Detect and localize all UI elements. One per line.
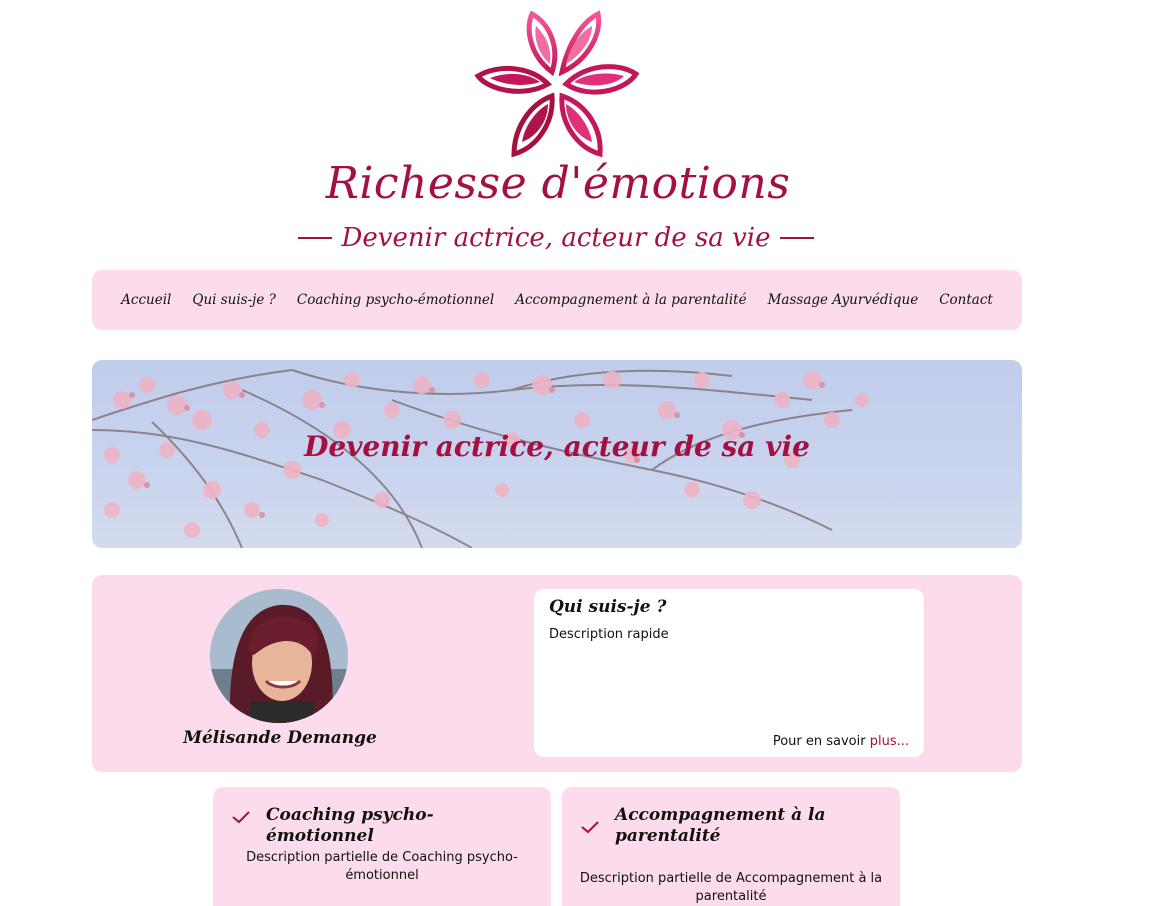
tagline-divider-left [298, 237, 332, 239]
read-more: Pour en savoir plus... [773, 734, 909, 749]
service-title: Coaching psycho-émotionnel [266, 805, 434, 846]
about-description: Description rapide [549, 627, 669, 642]
service-title: Accompagnement à la parentalité [615, 805, 826, 846]
portrait-photo [210, 589, 348, 723]
check-icon [232, 811, 250, 824]
tagline-row: Devenir actrice, acteur de sa vie [298, 218, 814, 258]
site-title[interactable]: Richesse d'émotions [0, 158, 1116, 209]
nav-item-qui-suis-je[interactable]: Qui suis-je ? [192, 292, 276, 308]
service-card-coaching[interactable]: Coaching psycho-émotionnel Description p… [213, 787, 551, 906]
tagline: Devenir actrice, acteur de sa vie [341, 223, 771, 253]
service-description: Description partielle de Accompagnement … [579, 871, 883, 904]
about-section: Mélisande Demange Qui suis-je ? Descript… [92, 575, 1022, 772]
avatar [210, 589, 348, 723]
nav-item-contact[interactable]: Contact [939, 292, 993, 308]
check-icon [581, 821, 599, 834]
read-more-prefix: Pour en savoir [772, 734, 870, 749]
main-nav: Accueil Qui suis-je ? Coaching psycho-ém… [92, 270, 1022, 330]
nav-item-parentalite[interactable]: Accompagnement à la parentalité [515, 292, 746, 308]
about-card-title: Qui suis-je ? [549, 597, 667, 617]
hero-title: Devenir actrice, acteur de sa vie [304, 430, 810, 463]
service-card-parentalite[interactable]: Accompagnement à la parentalité Descript… [562, 787, 900, 906]
nav-item-coaching[interactable]: Coaching psycho-émotionnel [297, 292, 494, 308]
read-more-link[interactable]: plus... [870, 734, 909, 749]
hero-banner: Devenir actrice, acteur de sa vie [92, 360, 1022, 548]
about-card: Qui suis-je ? Description rapide Pour en… [534, 589, 924, 757]
page: Richesse d'émotions Devenir actrice, act… [0, 0, 1165, 906]
tagline-divider-right [780, 237, 814, 239]
service-description: Description partielle de Coaching psycho… [246, 850, 518, 883]
nav-item-accueil[interactable]: Accueil [121, 292, 171, 308]
person-name: Mélisande Demange [183, 728, 377, 748]
nav-item-massage[interactable]: Massage Ayurvédique [768, 292, 919, 308]
lotus-logo-icon[interactable] [470, 8, 645, 160]
